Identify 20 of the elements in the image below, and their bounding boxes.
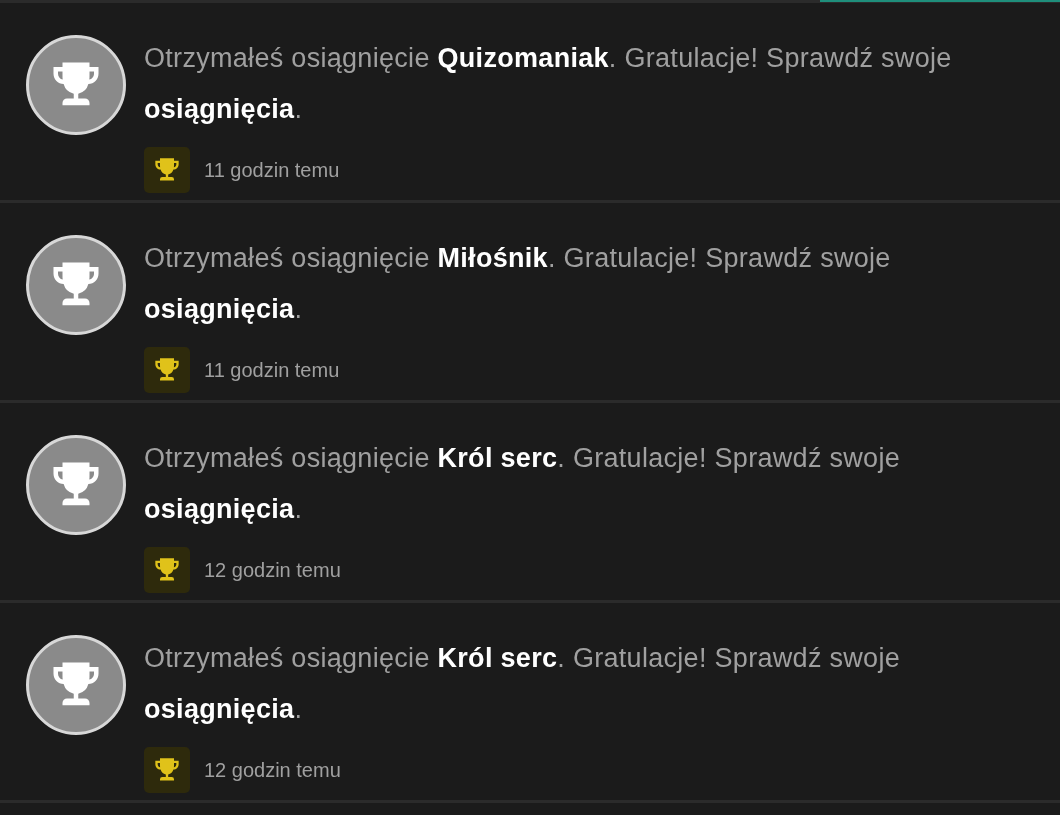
achievements-link[interactable]: osiągnięcia	[144, 294, 295, 324]
trophy-icon	[153, 356, 181, 384]
notification-time: 12 godzin temu	[204, 558, 341, 582]
achievements-link[interactable]: osiągnięcia	[144, 494, 295, 524]
notification[interactable]: Otrzymałeś osiągnięcie Quizomaniak. Gratulacje! Sprawdź swoje osiągnięcia. 11 godzin temu	[0, 3, 1060, 203]
trophy-icon	[153, 156, 181, 184]
notification-message: Otrzymałeś osiągnięcie Quizomaniak. Gratulacje! Sprawdź swoje osiągnięcia.	[144, 42, 953, 126]
notification-time: 12 godzin temu	[204, 758, 341, 782]
notification-message: Otrzymałeś osiągnięcie Król serc. Gratulacje! Sprawdź swoje osiągnięcia.	[144, 442, 902, 526]
achievements-link[interactable]: osiągnięcia	[144, 694, 295, 724]
notification[interactable]: Otrzymałeś osiągnięcie Miłośnik. Gratulacje! Sprawdź swoje osiągnięcia. 11 godzin temu	[0, 203, 1060, 403]
notification-time: 11 godzin temu	[204, 358, 340, 382]
trophy-icon	[153, 556, 181, 584]
notification[interactable]: Otrzymałeś osiągnięcie Król serc. Gratulacje! Sprawdź swoje osiągnięcia. 12 godzin temu	[0, 603, 1060, 803]
notification-time: 11 godzin temu	[204, 158, 340, 182]
notification-message: Otrzymałeś osiągnięcie Król serc. Gratulacje! Sprawdź swoje osiągnięcia.	[144, 642, 902, 726]
notification-message: Otrzymałeś osiągnięcie Miłośnik. Gratulacje! Sprawdź swoje osiągnięcia.	[144, 242, 892, 326]
achievements-link[interactable]: osiągnięcia	[144, 94, 295, 124]
trophy-icon	[153, 756, 181, 784]
notification[interactable]: Otrzymałeś osiągnięcie Król serc. Gratulacje! Sprawdź swoje osiągnięcia. 12 godzin temu	[0, 403, 1060, 603]
